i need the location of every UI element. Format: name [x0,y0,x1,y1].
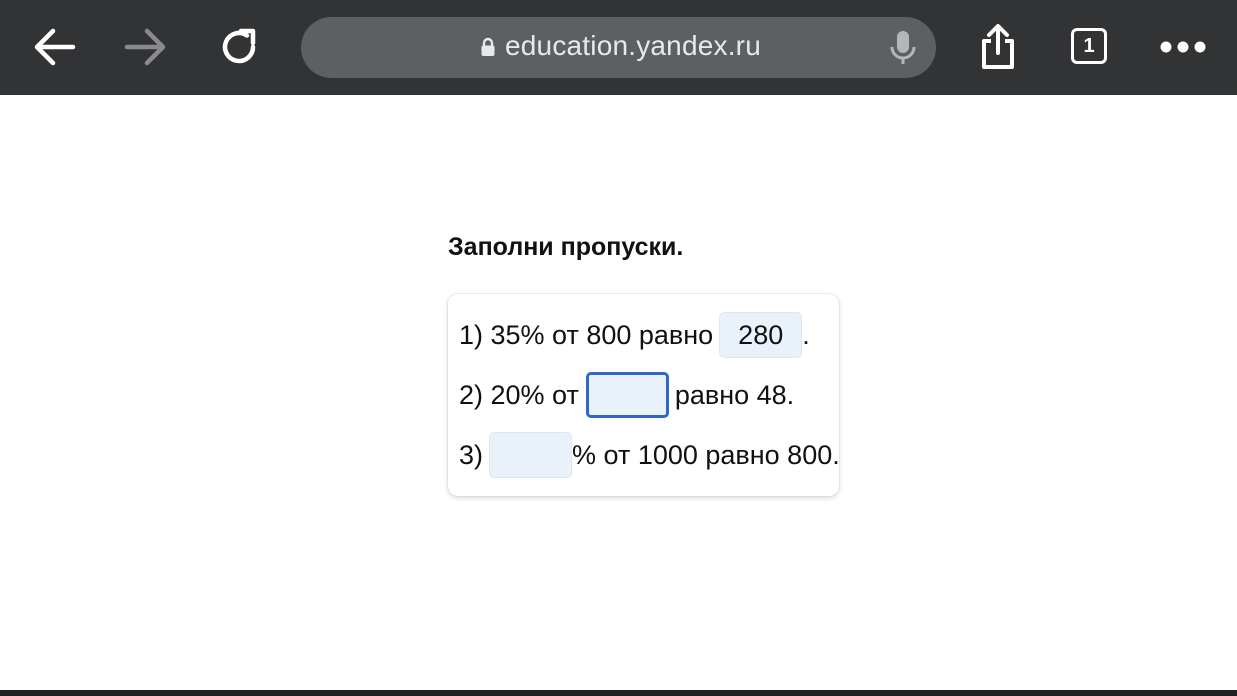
task-title: Заполни пропуски. [448,233,684,261]
answer-input-3[interactable] [489,432,573,478]
bottom-edge-bar [0,690,1237,696]
more-icon [1160,41,1206,53]
url-text: education.yandex.ru [505,30,761,61]
row-1-suffix: . [802,319,810,350]
row-3-prefix: 3) [459,439,484,470]
lock-icon [481,37,495,56]
back-button[interactable] [27,20,81,74]
exercise-row-1: 1) 35% от 800 равно . [459,311,810,359]
answer-input-1[interactable] [719,312,803,358]
row-1-prefix: 1) 35% от 800 равно [459,319,714,350]
back-arrow-icon [34,28,76,66]
exercise-card: 1) 35% от 800 равно . 2) 20% от равно 48… [448,294,840,496]
row-3-suffix: % от 1000 равно 800. [572,439,840,470]
answer-input-2[interactable] [585,372,669,418]
exercise-row-2: 2) 20% от равно 48. [459,371,794,419]
exercise-row-3: 3) % от 1000 равно 800. [459,431,840,479]
share-icon [982,24,1014,69]
tabs-count-label: 1 [1083,34,1095,57]
reload-icon [222,28,256,64]
browser-toolbar: education.yandex.ru 1 [0,0,1237,95]
address-bar[interactable]: education.yandex.ru [301,17,936,78]
more-menu-button[interactable] [1156,20,1210,74]
tabs-button[interactable]: 1 [1071,28,1107,64]
forward-button[interactable] [119,20,173,74]
forward-arrow-icon [124,28,166,66]
row-2-prefix: 2) 20% от [459,379,579,410]
microphone-icon[interactable] [888,29,918,67]
row-2-suffix: равно 48. [674,379,795,410]
share-button[interactable] [971,20,1025,74]
reload-button[interactable] [212,20,266,74]
